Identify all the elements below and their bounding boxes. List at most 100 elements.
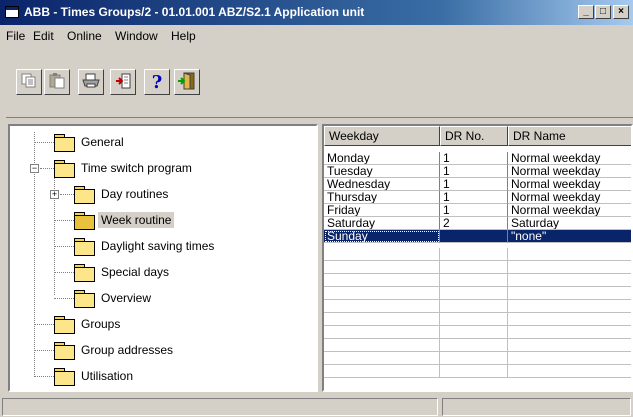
cell-weekday[interactable]: Monday [324,152,440,165]
tree-item-groups[interactable]: Groups [54,313,123,335]
tree-item-daylight-saving-times[interactable]: Daylight saving times [74,235,217,257]
cell-dr-name[interactable]: Saturday [508,217,631,230]
tree-item-label: Group addresses [81,343,174,357]
empty-cell [508,248,631,261]
print-icon [82,73,100,92]
column-header-dr-name[interactable]: DR Name [508,126,631,146]
toolbar: ? [6,47,266,95]
empty-cell [508,300,631,313]
print-button[interactable] [78,69,104,95]
empty-row [324,352,631,365]
menu-file[interactable]: File [6,29,25,43]
copy-button[interactable] [16,69,42,95]
minimize-button[interactable]: _ [578,5,594,19]
empty-cell [440,365,508,378]
column-header-dr-no[interactable]: DR No. [440,126,508,146]
empty-cell [440,248,508,261]
status-panel-secondary [442,398,631,416]
menu-edit[interactable]: Edit [33,29,54,43]
folder-icon [54,160,75,178]
empty-cell [324,300,440,313]
empty-cell [324,261,440,274]
paste-button[interactable] [44,69,70,95]
empty-row [324,274,631,287]
close-button[interactable]: × [613,5,629,19]
cell-dr-no[interactable]: 1 [440,178,508,191]
cell-dr-name[interactable]: Normal weekday [508,152,631,165]
cell-dr-name[interactable]: Normal weekday [508,204,631,217]
empty-cell [324,339,440,352]
expand-toggle[interactable]: + [50,190,59,199]
cell-dr-no[interactable] [440,230,508,243]
table-row[interactable]: Monday 1 Normal weekday [324,152,631,165]
menu-window[interactable]: Window [115,29,158,43]
empty-cell [508,261,631,274]
tree-item-time-switch-program[interactable]: Time switch program [54,157,195,179]
empty-cell [440,300,508,313]
empty-cell [324,313,440,326]
empty-cell [508,313,631,326]
tree-item-group-addresses[interactable]: Group addresses [54,339,176,361]
tree-item-week-routine[interactable]: Week routine [74,209,175,231]
maximize-button[interactable]: □ [595,5,611,19]
application-icon [5,6,19,18]
empty-row [324,248,631,261]
cell-dr-name[interactable]: Normal weekday [508,178,631,191]
tree-item-general[interactable]: General [54,131,127,153]
tree-line [54,298,74,299]
import-button[interactable] [110,69,136,95]
empty-cell [324,365,440,378]
tree-item-day-routines[interactable]: Day routines [74,183,171,205]
cell-weekday[interactable]: Tuesday [324,165,440,178]
week-routine-grid[interactable]: Weekday DR No. DR Name Monday 1 Normal wee… [322,124,633,392]
empty-cell [440,261,508,274]
cell-dr-name[interactable]: "none" [508,230,631,243]
cell-dr-no[interactable]: 1 [440,165,508,178]
exit-button[interactable] [174,69,200,95]
table-row[interactable]: Wednesday 1 Normal weekday [324,178,631,191]
cell-dr-no[interactable]: 1 [440,152,508,165]
cell-dr-name[interactable]: Normal weekday [508,165,631,178]
cell-dr-name[interactable]: Normal weekday [508,191,631,204]
grid-header: Weekday DR No. DR Name [324,126,631,146]
table-row[interactable]: Thursday 1 Normal weekday [324,191,631,204]
empty-row [324,261,631,274]
empty-cell [508,352,631,365]
table-row[interactable]: Friday 1 Normal weekday [324,204,631,217]
import-icon [115,73,131,92]
cell-weekday[interactable]: Friday [324,204,440,217]
navigation-tree[interactable]: − + General Time switch program Day rout… [8,124,318,392]
cell-weekday[interactable]: Sunday [324,230,440,243]
tree-line [34,350,54,351]
tree-line [40,168,54,169]
empty-cell [324,287,440,300]
table-row[interactable]: Sunday "none" [324,230,631,243]
empty-cell [440,287,508,300]
window-title: ABB - Times Groups/2 - 01.01.001 ABZ/S2.… [24,5,365,19]
column-header-weekday[interactable]: Weekday [324,126,440,146]
collapse-toggle[interactable]: − [30,164,39,173]
help-button[interactable]: ? [144,69,170,95]
tree-item-label: Groups [81,317,121,331]
cell-weekday[interactable]: Saturday [324,217,440,230]
tree-item-utilisation[interactable]: Utilisation [54,365,136,387]
folder-icon [74,238,95,256]
cell-dr-no[interactable]: 1 [440,191,508,204]
cell-dr-no[interactable]: 2 [440,217,508,230]
cell-weekday[interactable]: Wednesday [324,178,440,191]
tree-line [54,272,74,273]
cell-weekday[interactable]: Thursday [324,191,440,204]
table-row[interactable]: Saturday 2 Saturday [324,217,631,230]
copy-icon [21,73,37,92]
empty-row [324,313,631,326]
tree-line [34,142,54,143]
tree-item-special-days[interactable]: Special days [74,261,172,283]
tree-item-overview[interactable]: Overview [74,287,154,309]
table-row[interactable]: Tuesday 1 Normal weekday [324,165,631,178]
empty-cell [324,274,440,287]
menu-online[interactable]: Online [67,29,102,43]
folder-icon [54,134,75,152]
cell-dr-no[interactable]: 1 [440,204,508,217]
empty-cell [508,287,631,300]
menu-help[interactable]: Help [171,29,196,43]
